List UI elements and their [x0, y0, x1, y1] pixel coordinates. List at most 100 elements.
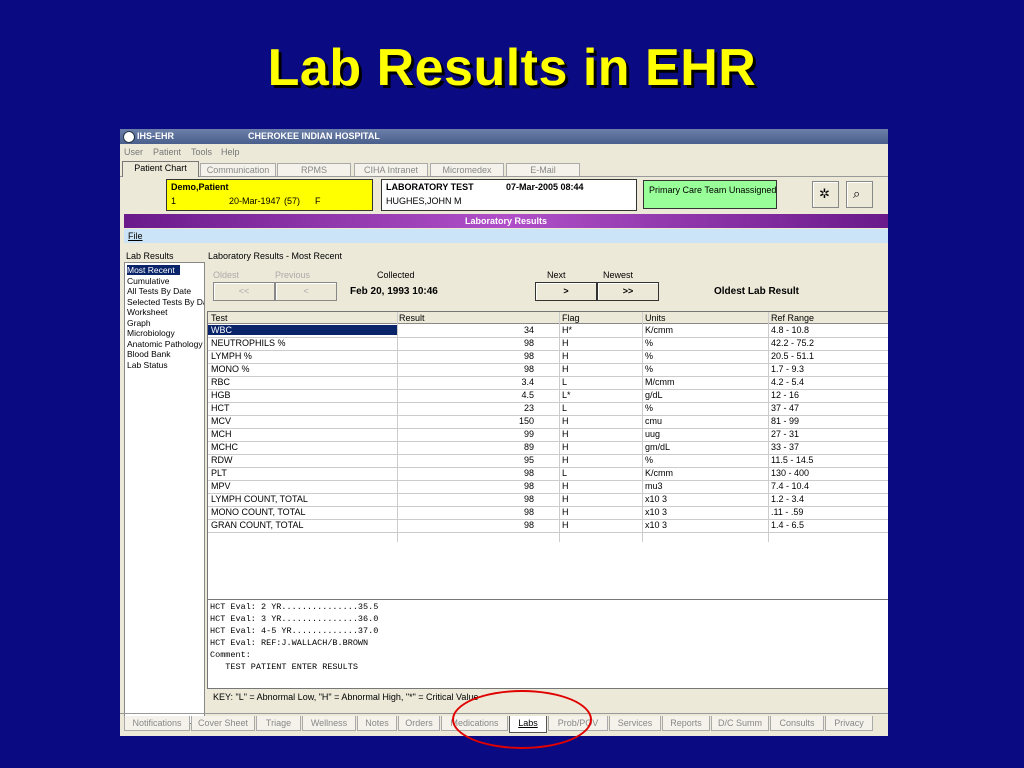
oldest-lab-result-label: Oldest Lab Result: [714, 286, 800, 297]
table-row[interactable]: GRAN COUNT, TOTAL 98 Hx10 3 1.4 - 6.5: [208, 519, 888, 533]
cell-test: WBC: [208, 325, 397, 335]
cell-result: 99: [523, 429, 534, 439]
tab-cover-sheet[interactable]: Cover Sheet: [191, 716, 255, 731]
col-header-units[interactable]: Units: [645, 313, 666, 323]
lab-results-label: Lab Results: [126, 251, 174, 261]
table-row[interactable]: LYMPH COUNT, TOTAL 98 Hx10 3 1.2 - 3.4: [208, 493, 888, 507]
table-row[interactable]: LYMPH % 98 H% 20.5 - 51.1: [208, 350, 888, 364]
tab-privacy[interactable]: Privacy: [825, 716, 873, 731]
previous-button[interactable]: <: [275, 282, 337, 301]
cell-flag: H: [562, 338, 569, 348]
tab-communication[interactable]: Communication: [200, 163, 276, 176]
encounter-box[interactable]: LABORATORY TEST 07-Mar-2005 08:44 HUGHES…: [381, 179, 637, 211]
results-table: Test Result Flag Units Ref Range WBC 34 H*…: [207, 311, 888, 600]
list-item-blood-bank[interactable]: Blood Bank: [127, 349, 204, 359]
patient-box[interactable]: Demo,Patient 1 20-Mar-1947 (57) F: [166, 179, 373, 211]
cell-test: HCT: [211, 403, 230, 413]
primary-care-team-text: Primary Care Team Unassigned: [649, 185, 777, 195]
col-header-ref-range[interactable]: Ref Range: [771, 313, 814, 323]
menu-user[interactable]: User: [124, 147, 143, 157]
table-row[interactable]: MONO COUNT, TOTAL 98 Hx10 3 .11 - .59: [208, 506, 888, 520]
file-menu[interactable]: File: [128, 231, 143, 241]
menu-tools[interactable]: Tools: [191, 147, 212, 157]
tab-triage[interactable]: Triage: [256, 716, 301, 731]
list-item-most-recent[interactable]: Most Recent: [127, 265, 180, 275]
tab-ciha-intranet[interactable]: CIHA Intranet: [354, 163, 428, 176]
cell-result: 23: [523, 403, 534, 413]
cell-result: 89: [523, 442, 534, 452]
col-header-flag[interactable]: Flag: [562, 313, 580, 323]
top-tab-bar: Patient Chart Communication RPMS CIHA In…: [120, 160, 888, 177]
table-row[interactable]: MONO % 98 H% 1.7 - 9.3: [208, 363, 888, 377]
encounter-title: LABORATORY TEST: [386, 182, 474, 192]
tab-dc-summ[interactable]: D/C Summ: [711, 716, 769, 731]
tab-orders[interactable]: Orders: [398, 716, 440, 731]
next-button[interactable]: >: [535, 282, 597, 301]
list-item-lab-status[interactable]: Lab Status: [127, 360, 204, 370]
encounter-datetime: 07-Mar-2005 08:44: [506, 182, 584, 192]
table-row[interactable]: HGB 4.5 L* g/dL 12 - 16: [208, 389, 888, 403]
cell-ref-range: 33 - 37: [771, 442, 800, 452]
menu-patient[interactable]: Patient: [153, 147, 181, 157]
patient-dob: 20-Mar-1947: [229, 196, 281, 206]
tab-notes[interactable]: Notes: [357, 716, 397, 731]
list-item-cumulative[interactable]: Cumulative: [127, 276, 204, 286]
tab-reports[interactable]: Reports: [662, 716, 710, 731]
col-header-test[interactable]: Test: [211, 313, 228, 323]
cell-ref-range: 12 - 16: [771, 390, 800, 400]
table-row[interactable]: NEUTROPHILS % 98 H% 42.2 - 75.2: [208, 337, 888, 351]
list-item-worksheet[interactable]: Worksheet: [127, 307, 204, 317]
list-item-selected-tests-by-date[interactable]: Selected Tests By Date: [127, 297, 204, 307]
app-icon: [123, 131, 135, 143]
comment-line: HCT Eval: 4-5 YR.............37.0: [210, 626, 379, 636]
list-item-anatomic-pathology[interactable]: Anatomic Pathology: [127, 339, 204, 349]
cell-flag: H: [562, 507, 569, 517]
postings-button[interactable]: ✲: [812, 181, 839, 208]
table-row[interactable]: WBC 34 H* K/cmm 4.8 - 10.8: [208, 324, 888, 338]
oldest-button[interactable]: <<: [213, 282, 275, 301]
reminders-button[interactable]: ⌕: [846, 181, 873, 208]
bottom-tab-bar: Notifications Cover Sheet Triage Wellnes…: [120, 713, 888, 734]
list-item-all-tests-by-date[interactable]: All Tests By Date: [127, 286, 204, 296]
file-menu-bar: File: [124, 229, 888, 243]
tab-medications[interactable]: Medications: [441, 716, 508, 731]
tab-notifications[interactable]: Notifications: [124, 716, 190, 731]
comment-line: TEST PATIENT ENTER RESULTS: [210, 662, 358, 672]
primary-care-team-box[interactable]: Primary Care Team Unassigned: [643, 180, 777, 209]
tab-labs[interactable]: Labs: [509, 716, 547, 733]
tab-micromedex[interactable]: Micromedex: [430, 163, 504, 176]
newest-button[interactable]: >>: [597, 282, 659, 301]
table-row[interactable]: MCH 99 Huug 27 - 31: [208, 428, 888, 442]
table-row[interactable]: MCHC 89 Hgm/dL 33 - 37: [208, 441, 888, 455]
cell-units: uug: [645, 429, 661, 439]
table-row[interactable]: PLT 98 L K/cmm 130 - 400: [208, 467, 888, 481]
tab-consults[interactable]: Consults: [770, 716, 824, 731]
oldest-label: Oldest: [213, 270, 240, 280]
cell-ref-range: 27 - 31: [771, 429, 800, 439]
table-row[interactable]: MCV 150 Hcmu 81 - 99: [208, 415, 888, 429]
table-row[interactable]: RBC 3.4 L M/cmm 4.2 - 5.4: [208, 376, 888, 390]
tab-wellness[interactable]: Wellness: [302, 716, 356, 731]
cell-units: K/cmm: [645, 325, 673, 335]
cell-ref-range: 42.2 - 75.2: [771, 338, 815, 348]
encounter-provider: HUGHES,JOHN M: [386, 196, 462, 206]
collected-label: Collected: [377, 270, 415, 280]
hospital-name: CHEROKEE INDIAN HOSPITAL: [248, 131, 380, 141]
list-item-graph[interactable]: Graph: [127, 318, 204, 328]
tab-patient-chart[interactable]: Patient Chart: [122, 161, 199, 177]
menu-help[interactable]: Help: [221, 147, 240, 157]
table-row[interactable]: HCT 23 L% 37 - 47: [208, 402, 888, 416]
app-name: IHS-EHR: [137, 131, 175, 141]
tab-rpms[interactable]: RPMS: [277, 163, 351, 176]
cell-units: %: [645, 403, 654, 413]
tab-services[interactable]: Services: [609, 716, 661, 731]
table-row[interactable]: MPV 98 Hmu3 7.4 - 10.4: [208, 480, 888, 494]
tab-email[interactable]: E-Mail: [506, 163, 580, 176]
col-header-result[interactable]: Result: [399, 313, 425, 323]
cell-flag: H*: [562, 325, 573, 335]
tab-prob-pov[interactable]: Prob/POV: [548, 716, 608, 731]
table-row[interactable]: RDW 95 H% 11.5 - 14.5: [208, 454, 888, 468]
cell-units: %: [645, 338, 654, 348]
list-item-microbiology[interactable]: Microbiology: [127, 328, 204, 338]
cell-units: x10 3: [645, 520, 668, 530]
